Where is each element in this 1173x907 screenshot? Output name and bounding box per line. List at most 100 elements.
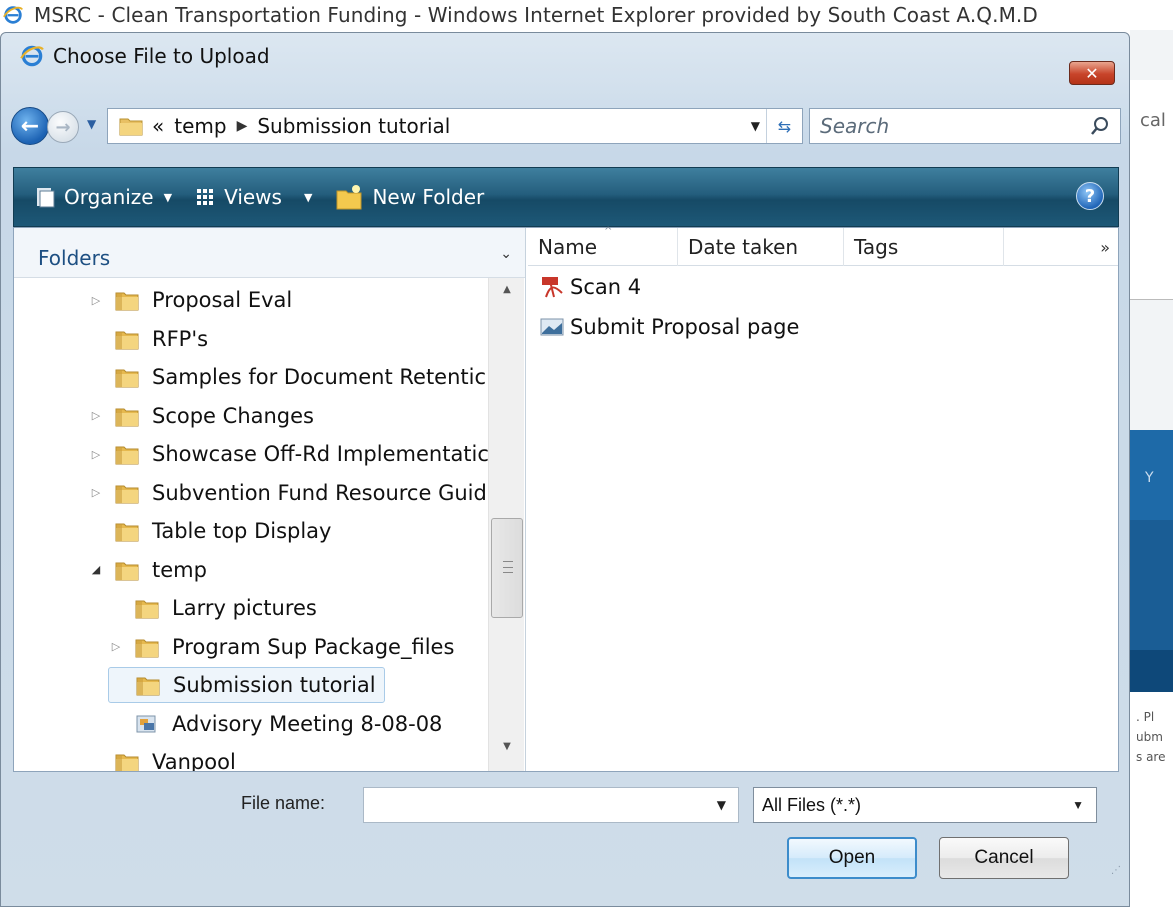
new-folder-button[interactable]: New Folder (334, 182, 484, 212)
file-name-combo[interactable]: ▼ (363, 787, 739, 823)
new-folder-icon (336, 185, 362, 210)
forward-button[interactable]: → (47, 111, 79, 143)
folder-icon (115, 754, 139, 771)
file-name-input[interactable] (364, 788, 694, 820)
organize-button[interactable]: Organize ▼ (34, 185, 172, 209)
refresh-button[interactable]: ⇆ (766, 109, 802, 143)
background-fragment: cal (1140, 110, 1166, 131)
breadcrumb-submission-tutorial[interactable]: Submission tutorial (257, 114, 450, 138)
expand-arrow-icon[interactable]: ▷ (88, 448, 104, 461)
close-button[interactable]: ✕ (1069, 61, 1115, 85)
organize-icon (37, 188, 55, 208)
ie-logo-icon (3, 6, 23, 24)
column-date-taken-label: Date taken (688, 235, 799, 259)
folder-icon (115, 331, 139, 349)
column-header-row: Name ^ Date taken Tags » (528, 226, 1118, 266)
folders-scrollbar[interactable]: ▲ ▼ (488, 278, 524, 771)
tree-item[interactable]: Advisory Meeting 8-08-08 (108, 706, 442, 742)
background-banner (1130, 520, 1173, 650)
chevron-down-icon[interactable]: ⌄ (500, 246, 512, 262)
dialog-title: Choose File to Upload (53, 44, 270, 68)
dialog-title-bar[interactable]: Choose File to Upload (1, 33, 1129, 79)
recent-pages-dropdown[interactable]: ▼ (87, 117, 96, 131)
file-upload-dialog: Choose File to Upload ✕ ← → ▼ « temp ▶ S… (0, 32, 1130, 907)
tree-item[interactable]: ◢ temp (88, 552, 207, 588)
collapse-arrow-icon[interactable]: ◢ (88, 563, 104, 576)
breadcrumb-overflow[interactable]: « (152, 114, 164, 138)
tree-item-label: Showcase Off-Rd Implementatic (152, 442, 489, 466)
forward-arrow-icon: → (55, 116, 71, 138)
tree-item[interactable]: Samples for Document Retentic (88, 359, 486, 395)
chevron-down-icon[interactable]: ▼ (1072, 798, 1084, 812)
file-item[interactable]: Submit Proposal page (540, 310, 799, 344)
file-item[interactable]: Scan 4 (540, 270, 641, 304)
folder-icon (135, 639, 159, 657)
browser-title-bar: MSRC - Clean Transportation Funding - Wi… (0, 0, 1173, 30)
expand-arrow-icon[interactable]: ▷ (88, 294, 104, 307)
column-tags-label: Tags (854, 235, 899, 259)
folder-icon (115, 408, 139, 426)
tree-item[interactable]: Table top Display (88, 513, 331, 549)
breadcrumb-temp[interactable]: temp (174, 114, 226, 138)
tree-item[interactable]: ▷ Subvention Fund Resource Guid (88, 475, 487, 511)
folders-pane: Folders ⌄ ▷ Proposal Eval RFP's Samples for… (14, 228, 526, 771)
tree-item[interactable]: ▷ Proposal Eval (88, 282, 292, 318)
expand-arrow-icon[interactable]: ▷ (88, 486, 104, 499)
refresh-icon: ⇆ (777, 116, 792, 136)
back-arrow-icon: ← (20, 113, 40, 139)
background-banner (1130, 650, 1173, 692)
back-button[interactable]: ← (11, 107, 49, 145)
tree-item-label: Table top Display (152, 519, 332, 543)
scroll-up-icon[interactable]: ▲ (489, 284, 525, 308)
chevron-down-icon[interactable]: ▼ (717, 798, 726, 812)
tree-item[interactable]: ▷ Scope Changes (88, 398, 314, 434)
background-banner: Y (1130, 430, 1173, 520)
scroll-down-icon[interactable]: ▼ (489, 741, 525, 765)
column-date-taken[interactable]: Date taken (678, 228, 844, 266)
column-name[interactable]: Name (528, 228, 678, 266)
search-box[interactable] (809, 108, 1121, 144)
open-label: Open (828, 847, 876, 868)
search-icon[interactable] (1090, 116, 1110, 136)
tree-item[interactable]: ▷ Showcase Off-Rd Implementatic (88, 436, 489, 472)
background-text-area (1130, 692, 1173, 907)
folder-icon (115, 446, 139, 465)
tree-item-label: Scope Changes (152, 403, 314, 428)
tree-item-label: Program Sup Package_files (172, 634, 455, 659)
views-button[interactable]: Views ▼ (194, 185, 312, 209)
expand-arrow-icon[interactable]: ▷ (88, 409, 104, 422)
cancel-label: Cancel (974, 847, 1034, 868)
expand-arrow-icon[interactable]: ▷ (108, 640, 124, 653)
scroll-thumb[interactable] (491, 518, 523, 618)
file-type-select[interactable]: All Files (*.*) ▼ (753, 787, 1097, 823)
tree-item[interactable]: Submission tutorial (108, 667, 385, 703)
resize-grip-icon[interactable]: ⋰ (1111, 865, 1121, 876)
tree-item-label: Vanpool (152, 750, 236, 771)
folders-header[interactable]: Folders ⌄ (14, 228, 525, 278)
address-bar[interactable]: « temp ▶ Submission tutorial ▼ ⇆ (107, 108, 803, 144)
pdf-icon (542, 277, 563, 298)
cancel-button[interactable]: Cancel (939, 837, 1069, 879)
folder-icon (115, 485, 139, 503)
files-pane: Name ^ Date taken Tags » Scan 4 Submit P… (528, 226, 1118, 771)
new-folder-label: New Folder (372, 185, 485, 209)
column-tags[interactable]: Tags (844, 228, 1004, 266)
more-columns-icon[interactable]: » (1100, 238, 1110, 257)
search-input[interactable] (820, 114, 1080, 138)
presentation-file-icon (136, 715, 156, 732)
address-dropdown-icon[interactable]: ▼ (751, 119, 760, 133)
background-fragment: . Pl (1136, 710, 1155, 724)
help-button[interactable]: ? (1076, 182, 1104, 210)
views-label: Views (224, 185, 282, 209)
file-name-label: File name: (241, 793, 326, 813)
tree-item[interactable]: Larry pictures (108, 590, 317, 626)
open-button[interactable]: Open (787, 837, 917, 879)
browser-title-text: MSRC - Clean Transportation Funding - Wi… (34, 3, 1038, 27)
image-file-icon (540, 318, 564, 336)
help-icon: ? (1084, 185, 1096, 207)
tree-item[interactable]: ▷ Program Sup Package_files (108, 629, 455, 665)
tree-item[interactable]: Vanpool (88, 744, 236, 771)
tree-item[interactable]: RFP's (88, 321, 208, 357)
breadcrumb-separator-icon[interactable]: ▶ (237, 118, 248, 134)
ie-logo-icon (20, 45, 44, 67)
